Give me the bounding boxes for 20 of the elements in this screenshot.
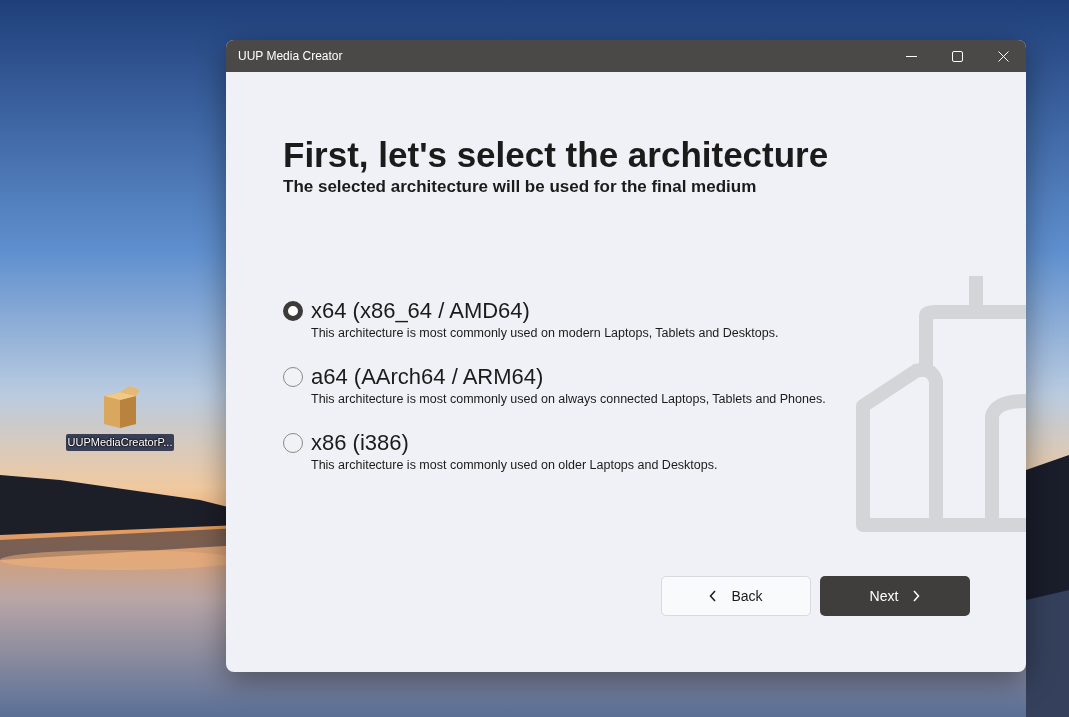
option-description: This architecture is most commonly used on always connected Laptops, Tablets and Phones. (311, 391, 827, 408)
option-description: This architecture is most commonly used on older Laptops and Desktops. (311, 457, 719, 474)
desktop-icon-label[interactable]: UUPMediaCreatorP... (65, 434, 175, 451)
chevron-left-icon (709, 590, 718, 602)
option-description: This architecture is most commonly used on modern Laptops, Tablets and Desktops. (311, 325, 780, 342)
option-label[interactable]: a64 (AArch64 / ARM64) (311, 364, 544, 390)
close-icon (997, 50, 1009, 62)
minimize-icon (905, 55, 917, 57)
window-title: UUP Media Creator (238, 48, 344, 65)
option-label[interactable]: x86 (i386) (311, 430, 409, 456)
next-button[interactable]: Next (820, 576, 970, 616)
page-heading: First, let's select the architecture (283, 134, 830, 176)
page-subtitle: The selected architecture will be used for the final medium (283, 176, 758, 198)
back-button[interactable]: Back (661, 576, 811, 616)
radio-button[interactable] (283, 367, 303, 387)
radio-button[interactable] (283, 301, 303, 321)
radio-button[interactable] (283, 433, 303, 453)
chevron-right-icon (912, 590, 921, 602)
option-label[interactable]: x64 (x86_64 / AMD64) (311, 298, 530, 324)
maximize-icon (951, 50, 963, 62)
